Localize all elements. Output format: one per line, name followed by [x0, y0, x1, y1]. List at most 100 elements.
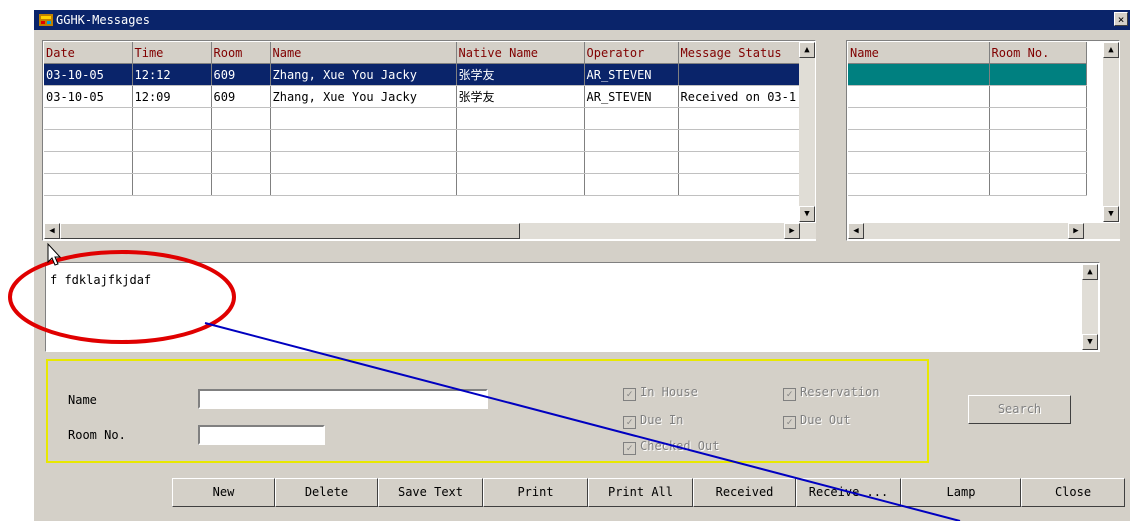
- column-header-message-status[interactable]: Message Status: [678, 42, 815, 64]
- new-button[interactable]: New: [172, 478, 275, 507]
- table-cell: [456, 129, 585, 152]
- reservation-checkbox[interactable]: ✓ Reservation: [783, 385, 879, 401]
- print-button[interactable]: Print: [483, 478, 588, 507]
- table-cell: [270, 173, 457, 196]
- column-header-operator[interactable]: Operator: [584, 42, 679, 64]
- table-cell: 12:12: [132, 63, 212, 86]
- table-cell: [848, 129, 990, 152]
- table-cell: [584, 173, 679, 196]
- table-cell: Zhang, Xue You Jacky: [270, 85, 457, 108]
- messages-horizontal-scrollbar[interactable]: ◀ ▶: [44, 223, 816, 239]
- scroll-up-icon[interactable]: ▲: [1103, 42, 1119, 58]
- column-header-guest-name[interactable]: Name: [848, 42, 990, 64]
- reservation-label: Reservation: [800, 385, 880, 399]
- table-row[interactable]: [848, 173, 1087, 196]
- table-cell: [584, 129, 679, 152]
- due-in-checkbox[interactable]: ✓ Due In: [623, 413, 683, 429]
- table-cell: [989, 151, 1087, 174]
- table-cell: [211, 151, 271, 174]
- table-cell: [211, 129, 271, 152]
- table-cell: [44, 107, 133, 130]
- column-header-room[interactable]: Room: [211, 42, 271, 64]
- table-row[interactable]: [44, 173, 815, 196]
- table-row[interactable]: [44, 129, 815, 152]
- receive-button[interactable]: Receive ...: [796, 478, 901, 507]
- table-cell: 张学友: [456, 63, 585, 86]
- received-button[interactable]: Received: [693, 478, 796, 507]
- table-cell: [44, 129, 133, 152]
- table-row[interactable]: 03-10-05 12:12 609 Zhang, Xue You Jacky …: [44, 63, 815, 86]
- room-no-label: Room No.: [68, 428, 126, 442]
- messages-table: Date Time Room Name Native Name Operator…: [44, 42, 815, 196]
- scroll-left-icon[interactable]: ◀: [44, 223, 60, 239]
- in-house-checkbox[interactable]: ✓ In House: [623, 385, 698, 401]
- column-header-room-no[interactable]: Room No.: [989, 42, 1087, 64]
- messages-header-row: Date Time Room Name Native Name Operator…: [44, 42, 815, 64]
- table-cell: [132, 151, 212, 174]
- table-cell: [848, 63, 990, 86]
- lamp-button[interactable]: Lamp: [901, 478, 1021, 507]
- table-cell: [678, 173, 815, 196]
- table-row[interactable]: 03-10-05 12:09 609 Zhang, Xue You Jacky …: [44, 85, 815, 108]
- window-title: GGHK-Messages: [56, 13, 150, 27]
- table-row[interactable]: [848, 129, 1087, 152]
- table-cell: [456, 107, 585, 130]
- table-cell: [678, 63, 815, 86]
- table-cell: [989, 129, 1087, 152]
- close-button[interactable]: Close: [1021, 478, 1125, 507]
- table-row[interactable]: [848, 63, 1087, 86]
- column-header-native-name[interactable]: Native Name: [456, 42, 585, 64]
- table-cell: [270, 107, 457, 130]
- scroll-down-icon[interactable]: ▼: [799, 206, 815, 222]
- scroll-down-icon[interactable]: ▼: [1103, 206, 1119, 222]
- guests-horizontal-scrollbar[interactable]: ◀ ▶: [848, 223, 1120, 239]
- table-row[interactable]: [848, 151, 1087, 174]
- save-text-button[interactable]: Save Text: [378, 478, 483, 507]
- table-cell: [132, 173, 212, 196]
- name-input[interactable]: [198, 389, 488, 409]
- scroll-left-icon[interactable]: ◀: [848, 223, 864, 239]
- check-icon: ✓: [623, 416, 636, 429]
- table-row[interactable]: [44, 151, 815, 174]
- table-cell: 609: [211, 85, 271, 108]
- scroll-thumb[interactable]: [60, 223, 520, 239]
- table-row[interactable]: [848, 107, 1087, 130]
- table-row[interactable]: [44, 107, 815, 130]
- table-cell: [211, 107, 271, 130]
- close-icon[interactable]: ×: [1114, 12, 1128, 26]
- delete-button[interactable]: Delete: [275, 478, 378, 507]
- table-cell: [678, 107, 815, 130]
- memo-vertical-scrollbar[interactable]: ▲ ▼: [1082, 264, 1098, 350]
- title-bar[interactable]: GGHK-Messages ×: [34, 10, 1130, 30]
- guests-grid[interactable]: Name Room No. ▲ ▼ ◀ ▶: [846, 40, 1120, 241]
- column-header-date[interactable]: Date: [44, 42, 133, 64]
- message-text-area[interactable]: f fdklajfkjdaf ▲ ▼: [45, 262, 1100, 352]
- table-row[interactable]: [848, 85, 1087, 108]
- scroll-right-icon[interactable]: ▶: [784, 223, 800, 239]
- message-text: f fdklajfkjdaf: [50, 273, 152, 287]
- messages-vertical-scrollbar[interactable]: ▲ ▼: [799, 42, 815, 222]
- table-cell: Received on 03-1: [678, 85, 815, 108]
- scroll-up-icon[interactable]: ▲: [799, 42, 815, 58]
- table-cell: [132, 107, 212, 130]
- scroll-down-icon[interactable]: ▼: [1082, 334, 1098, 350]
- column-header-time[interactable]: Time: [132, 42, 212, 64]
- print-all-button[interactable]: Print All: [588, 478, 693, 507]
- checked-out-label: Checked Out: [640, 439, 720, 453]
- table-cell: [989, 63, 1087, 86]
- messages-grid[interactable]: Date Time Room Name Native Name Operator…: [42, 40, 816, 241]
- guests-vertical-scrollbar[interactable]: ▲ ▼: [1103, 42, 1119, 222]
- scroll-right-icon[interactable]: ▶: [1068, 223, 1084, 239]
- table-cell: [848, 85, 990, 108]
- check-icon: ✓: [623, 442, 636, 455]
- scroll-up-icon[interactable]: ▲: [1082, 264, 1098, 280]
- column-header-name[interactable]: Name: [270, 42, 457, 64]
- due-out-checkbox[interactable]: ✓ Due Out: [783, 413, 851, 429]
- search-button[interactable]: Search: [968, 395, 1071, 424]
- room-no-input[interactable]: [198, 425, 325, 445]
- table-cell: [989, 85, 1087, 108]
- check-icon: ✓: [783, 388, 796, 401]
- checked-out-checkbox[interactable]: ✓ Checked Out: [623, 439, 719, 455]
- table-cell: [848, 107, 990, 130]
- messages-window: GGHK-Messages × Date Time Room Name Nati…: [34, 10, 1130, 521]
